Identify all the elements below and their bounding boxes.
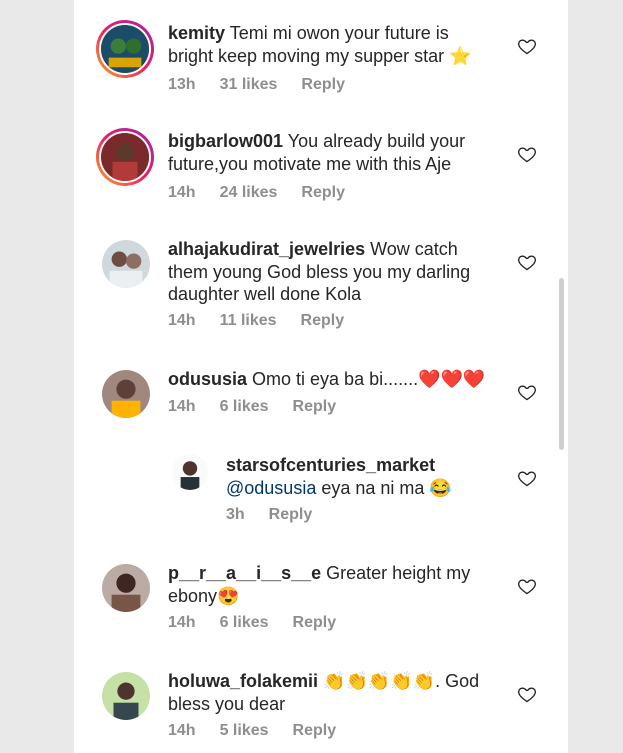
avatar-image [102, 672, 150, 720]
comment-meta: 14h 5 likes Reply [168, 722, 360, 740]
clap-emojis: 👏👏👏👏👏 [323, 671, 436, 691]
comment-meta: 14h 6 likes Reply [168, 614, 360, 632]
avatar-image [101, 25, 149, 73]
comment-username[interactable]: alhajakudirat_jewelries [168, 239, 365, 259]
emoji: ⭐ [449, 45, 472, 66]
comment-username[interactable]: p__r__a__i__s__e [168, 563, 321, 583]
comment-likes[interactable]: 24 likes [220, 184, 278, 201]
avatar[interactable] [172, 454, 208, 490]
comment-time: 14h [168, 312, 196, 329]
reply-button[interactable]: Reply [293, 398, 337, 415]
comment-likes[interactable]: 31 likes [220, 76, 278, 93]
scrollbar[interactable] [559, 278, 564, 450]
comment-body: odususia Omo ti eya ba bi.......❤️❤️❤️ [168, 368, 508, 391]
comment-username[interactable]: bigbarlow001 [168, 131, 283, 151]
heart-outline-icon[interactable] [517, 468, 537, 488]
reply-button[interactable]: Reply [293, 722, 337, 739]
comment-body: p__r__a__i__s__e Greater height my ebony… [168, 562, 488, 607]
emoji: 😂 [429, 477, 452, 498]
reply-button[interactable]: Reply [301, 76, 345, 93]
heart-outline-icon[interactable] [517, 144, 537, 164]
comment-likes[interactable]: 6 likes [220, 614, 269, 631]
heart-outline-icon[interactable] [517, 252, 537, 272]
reply-button[interactable]: Reply [293, 614, 337, 631]
comment-username[interactable]: kemity [168, 23, 225, 43]
avatar-image [172, 454, 208, 490]
comment-meta: 3h Reply [226, 506, 336, 524]
avatar-image [102, 370, 150, 418]
comment-body: alhajakudirat_jewelries Wow catch them y… [168, 238, 488, 306]
comment-time: 14h [168, 184, 196, 201]
comment-username[interactable]: odususia [168, 369, 247, 389]
heart-emojis: ❤️❤️❤️ [418, 369, 486, 389]
comment-body: bigbarlow001 You already build your futu… [168, 130, 488, 175]
comment-body: starsofcenturies_market @odususia eya na… [226, 454, 496, 499]
comment-meta: 14h 6 likes Reply [168, 398, 360, 416]
comment-meta: 14h 11 likes Reply [168, 312, 368, 330]
comment-time: 3h [226, 506, 245, 523]
heart-outline-icon[interactable] [517, 684, 537, 704]
reply-button[interactable]: Reply [301, 312, 345, 329]
avatar[interactable] [102, 564, 150, 612]
comment-time: 14h [168, 722, 196, 739]
avatar[interactable] [96, 128, 154, 186]
reply-button[interactable]: Reply [301, 184, 345, 201]
avatar[interactable] [102, 672, 150, 720]
comment-body: kemity Temi mi owon your future is brigh… [168, 22, 478, 67]
comments-panel: kemity Temi mi owon your future is brigh… [74, 0, 568, 753]
comment-body: holuwa_folakemii 👏👏👏👏👏. God bless you de… [168, 670, 498, 715]
reply-button[interactable]: Reply [269, 506, 313, 523]
emoji: 😍 [217, 585, 240, 606]
heart-outline-icon[interactable] [517, 36, 537, 56]
comment-username[interactable]: starsofcenturies_market [226, 455, 435, 475]
comment-text: Omo ti eya ba bi....... [252, 369, 419, 389]
comment-time: 14h [168, 398, 196, 415]
comment-likes[interactable]: 5 likes [220, 722, 269, 739]
comment-time: 13h [168, 76, 196, 93]
avatar[interactable] [102, 240, 150, 288]
comment-meta: 13h 31 likes Reply [168, 76, 369, 94]
avatar-image [102, 564, 150, 612]
comment-text: eya na ni ma [321, 477, 425, 498]
avatar-image [102, 240, 150, 288]
avatar[interactable] [96, 20, 154, 78]
heart-outline-icon[interactable] [517, 382, 537, 402]
comment-meta: 14h 24 likes Reply [168, 184, 369, 202]
heart-outline-icon[interactable] [517, 576, 537, 596]
mention-link[interactable]: @odususia [226, 478, 316, 498]
avatar-image [101, 133, 149, 181]
avatar[interactable] [102, 370, 150, 418]
comment-username[interactable]: holuwa_folakemii [168, 671, 318, 691]
comment-likes[interactable]: 11 likes [220, 312, 277, 329]
comment-time: 14h [168, 614, 196, 631]
comment-likes[interactable]: 6 likes [220, 398, 269, 415]
